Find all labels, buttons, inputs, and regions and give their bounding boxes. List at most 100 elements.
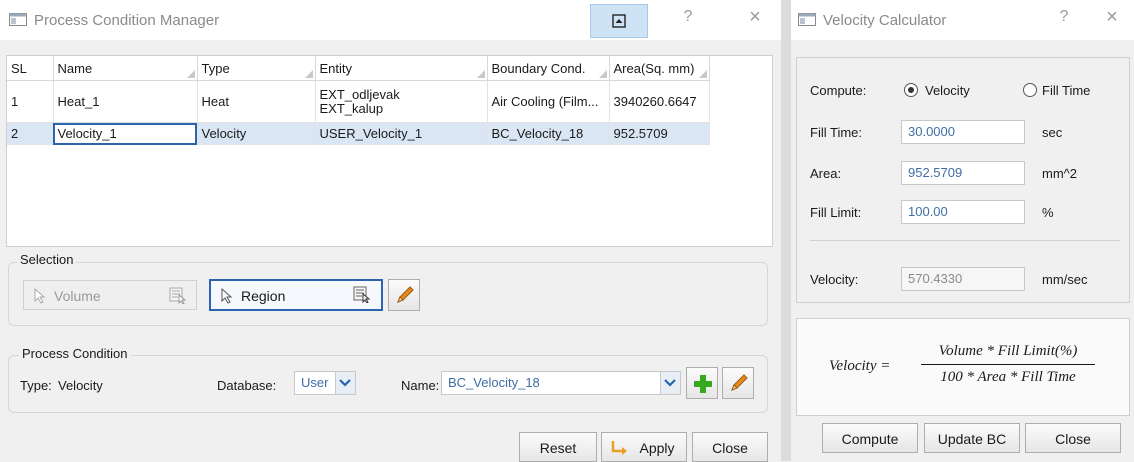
area-input[interactable]: 952.5709 (901, 161, 1025, 185)
database-select[interactable]: User (294, 371, 356, 395)
region-label: Region (241, 288, 286, 304)
pointer-icon (34, 288, 46, 304)
dropdown-chevron-icon (664, 379, 676, 387)
velocity-calculator-window: Velocity Calculator ? × Compute: Velocit… (791, 0, 1134, 461)
fill-time-input[interactable]: 30.0000 (901, 120, 1025, 144)
database-value: User (301, 375, 329, 390)
select-list-icon (353, 286, 371, 303)
cell-sl[interactable]: 2 (7, 122, 54, 145)
app-window-icon (798, 13, 816, 26)
fill-limit-unit: % (1042, 205, 1054, 220)
plus-icon (694, 375, 712, 393)
column-resize-icon (698, 70, 707, 78)
radio-fill-time-label[interactable]: Fill Time (1042, 83, 1090, 98)
pencil-icon (397, 286, 414, 303)
name-label: Name: (401, 378, 440, 393)
velocity-unit: mm/sec (1042, 272, 1088, 287)
col-header-sl[interactable]: SL (7, 56, 54, 81)
radio-selected-dot (908, 87, 914, 93)
fill-limit-input[interactable]: 100.00 (901, 200, 1025, 224)
col-header-area[interactable]: Area(Sq. mm) (609, 56, 710, 81)
compute-button[interactable]: Compute (822, 423, 918, 453)
volume-label: Volume (54, 288, 101, 304)
restore-button[interactable] (590, 4, 648, 38)
vc-help-button[interactable]: ? (1054, 8, 1074, 26)
apply-arrow-icon (611, 441, 627, 455)
table-header-row: SL Name Type Entity Boundary Cond. Area(… (7, 56, 710, 81)
cell-entity[interactable]: EXT_odljevak EXT_kalup (315, 80, 488, 123)
edit-selection-button[interactable] (388, 279, 420, 311)
radio-fill-time[interactable] (1023, 83, 1037, 97)
name-select[interactable]: BC_Velocity_18 (441, 371, 681, 395)
col-header-name[interactable]: Name (53, 56, 198, 81)
cell-area[interactable]: 952.5709 (609, 122, 710, 145)
edit-condition-button[interactable] (722, 367, 754, 399)
column-resize-icon (476, 70, 485, 78)
formula-numerator: Volume * Fill Limit(%) (938, 343, 1078, 359)
region-select-button[interactable]: Region (209, 279, 383, 311)
formula-lhs: Velocity = (829, 358, 891, 374)
cell-type[interactable]: Velocity (197, 122, 316, 145)
pcm-titlebar: Process Condition Manager ? × (0, 0, 781, 40)
vc-close-bottom-button[interactable]: Close (1025, 423, 1121, 453)
cell-area[interactable]: 3940260.6647 (609, 80, 710, 123)
cell-name[interactable]: Heat_1 (53, 80, 198, 123)
cell-entity[interactable]: USER_Velocity_1 (315, 122, 488, 145)
inputs-divider (810, 240, 1120, 241)
add-condition-button[interactable] (686, 367, 718, 399)
vc-close-button[interactable]: × (1101, 6, 1123, 29)
update-bc-button[interactable]: Update BC (924, 423, 1020, 453)
col-header-boundary-cond[interactable]: Boundary Cond. (487, 56, 610, 81)
radio-velocity[interactable] (904, 83, 918, 97)
area-unit: mm^2 (1042, 166, 1077, 181)
window-gap (781, 0, 791, 461)
pcm-help-button[interactable]: ? (678, 8, 698, 26)
entity-line: EXT_kalup (319, 100, 384, 116)
name-dropdown-button[interactable] (660, 372, 680, 394)
fill-time-unit: sec (1042, 125, 1063, 140)
selection-group-label: Selection (17, 252, 77, 267)
dropdown-chevron-icon (339, 379, 351, 387)
pointer-icon (221, 288, 233, 304)
table-row[interactable]: 1 Heat_1 Heat EXT_odljevak EXT_kalup Air… (7, 80, 710, 123)
database-label: Database: (217, 378, 277, 393)
restore-icon (612, 14, 626, 28)
fill-time-label: Fill Time: (810, 125, 862, 140)
database-dropdown-button[interactable] (335, 372, 355, 394)
pcm-close-bottom-button[interactable]: Close (692, 432, 768, 462)
vc-title: Velocity Calculator (823, 12, 947, 29)
app-window-icon (9, 13, 27, 26)
column-resize-icon (598, 70, 607, 78)
reset-button[interactable]: Reset (519, 432, 597, 462)
help-icon: ? (683, 8, 693, 25)
process-condition-group-label: Process Condition (19, 346, 131, 361)
help-icon: ? (1059, 8, 1069, 25)
cell-boundary-cond[interactable]: Air Cooling (Film... (487, 80, 610, 123)
close-icon: × (1106, 6, 1118, 28)
pcm-close-button[interactable]: × (744, 6, 766, 29)
apply-button[interactable]: Apply (601, 432, 687, 462)
pcm-title: Process Condition Manager (34, 12, 220, 29)
formula-denominator: 100 * Area * Fill Time (940, 369, 1076, 385)
cell-name[interactable]: Velocity_1 (53, 122, 198, 145)
type-label: Type: (20, 378, 52, 393)
column-resize-icon (304, 70, 313, 78)
fill-limit-label: Fill Limit: (810, 205, 862, 220)
name-value: BC_Velocity_18 (448, 375, 540, 390)
type-value: Velocity (58, 378, 103, 393)
col-header-type[interactable]: Type (197, 56, 316, 81)
radio-velocity-label[interactable]: Velocity (925, 83, 970, 98)
vc-titlebar: Velocity Calculator ? × (791, 0, 1134, 40)
cell-boundary-cond[interactable]: BC_Velocity_18 (487, 122, 610, 145)
table-row[interactable]: 2 Velocity_1 Velocity USER_Velocity_1 BC… (7, 122, 710, 145)
col-header-entity[interactable]: Entity (315, 56, 488, 81)
close-icon: × (749, 6, 761, 28)
area-label: Area: (810, 166, 842, 181)
velocity-label: Velocity: (810, 272, 859, 287)
pencil-icon (731, 374, 748, 391)
cell-sl[interactable]: 1 (7, 80, 54, 123)
velocity-output: 570.4330 (901, 267, 1025, 291)
volume-select-button[interactable]: Volume (23, 280, 197, 310)
column-resize-icon (186, 70, 195, 78)
cell-type[interactable]: Heat (197, 80, 316, 123)
